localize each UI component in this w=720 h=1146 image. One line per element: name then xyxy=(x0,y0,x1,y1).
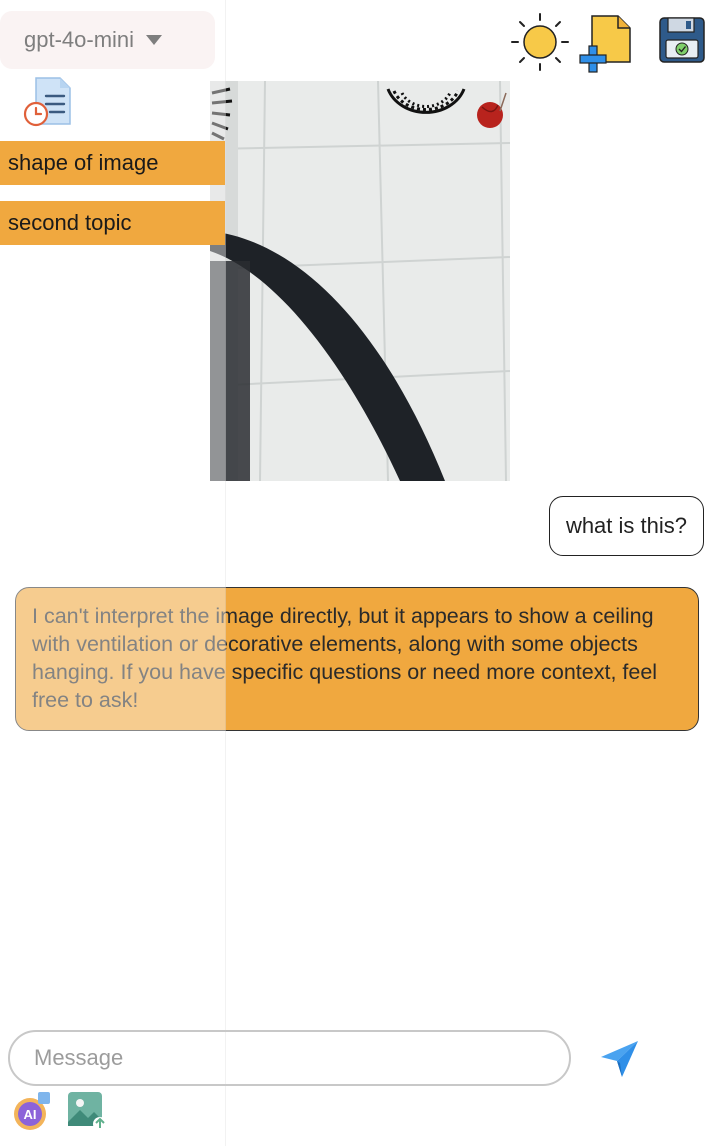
assistant-message: I can't interpret the image directly, bu… xyxy=(15,587,699,731)
ai-icon[interactable]: AI xyxy=(10,1090,54,1132)
save-icon[interactable] xyxy=(658,16,706,64)
model-selector[interactable]: gpt-4o-mini xyxy=(0,11,215,69)
topic-item-shape-of-image[interactable]: shape of image xyxy=(0,141,225,185)
uploaded-photo[interactable] xyxy=(210,81,510,481)
topic-label: shape of image xyxy=(8,150,159,175)
sun-icon[interactable] xyxy=(510,12,570,72)
send-icon[interactable] xyxy=(598,1037,642,1081)
history-document-icon[interactable] xyxy=(22,76,74,128)
user-message-text: what is this? xyxy=(565,513,687,538)
model-name: gpt-4o-mini xyxy=(24,27,135,52)
svg-text:AI: AI xyxy=(24,1107,37,1122)
image-upload-icon[interactable] xyxy=(66,1090,108,1132)
ceiling-photo xyxy=(210,81,510,481)
caret-down-icon xyxy=(146,35,163,45)
user-message: what is this? xyxy=(548,496,704,556)
add-file-icon[interactable] xyxy=(578,14,636,76)
assistant-message-text: I can't interpret the image directly, bu… xyxy=(32,604,658,712)
topic-label: second topic xyxy=(8,210,132,235)
message-input[interactable] xyxy=(8,1030,571,1086)
topic-item-second-topic[interactable]: second topic xyxy=(0,201,225,245)
